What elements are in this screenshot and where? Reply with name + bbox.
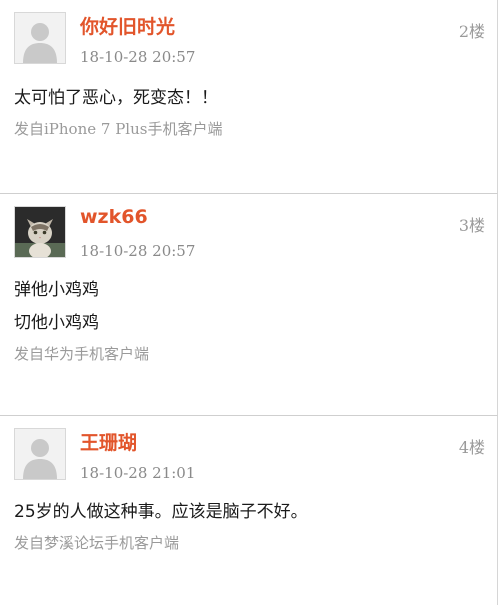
comment-feed: 你好旧时光 18-10-28 20:57 2楼 太可怕了恶心，死变态！！ 发自i… <box>0 0 499 605</box>
comment-text: 太可怕了恶心，死变态！！ <box>14 88 218 108</box>
comment-text: 25岁的人做这种事。应该是脑子不好。 <box>14 502 308 522</box>
post-timestamp: 18-10-28 21:01 <box>80 464 196 482</box>
post-source: 发自华为手机客户端 <box>14 345 150 363</box>
username-link[interactable]: 王珊瑚 <box>80 428 137 455</box>
default-user-avatar-icon[interactable] <box>14 428 66 480</box>
post-timestamp: 18-10-28 20:57 <box>80 242 196 260</box>
comment-text: 弹他小鸡鸡 <box>14 280 99 300</box>
post-source: 发自iPhone 7 Plus手机客户端 <box>14 120 223 138</box>
cat-photo-avatar-icon[interactable] <box>14 206 66 258</box>
comment-item: 王珊瑚 18-10-28 21:01 4楼 25岁的人做这种事。应该是脑子不好。… <box>0 415 498 605</box>
post-timestamp: 18-10-28 20:57 <box>80 48 196 66</box>
comment-item: 你好旧时光 18-10-28 20:57 2楼 太可怕了恶心，死变态！！ 发自i… <box>0 0 498 193</box>
comment-text: 切他小鸡鸡 <box>14 313 99 333</box>
post-source: 发自梦溪论坛手机客户端 <box>14 534 180 552</box>
default-user-avatar-icon[interactable] <box>14 12 66 64</box>
comment-item: wzk66 18-10-28 20:57 3楼 弹他小鸡鸡 切他小鸡鸡 发自华为… <box>0 193 498 416</box>
username-link[interactable]: 你好旧时光 <box>80 12 175 39</box>
floor-number: 3楼 <box>458 216 485 235</box>
floor-number: 4楼 <box>458 438 485 457</box>
floor-number: 2楼 <box>458 22 485 41</box>
username-link[interactable]: wzk66 <box>80 206 148 228</box>
